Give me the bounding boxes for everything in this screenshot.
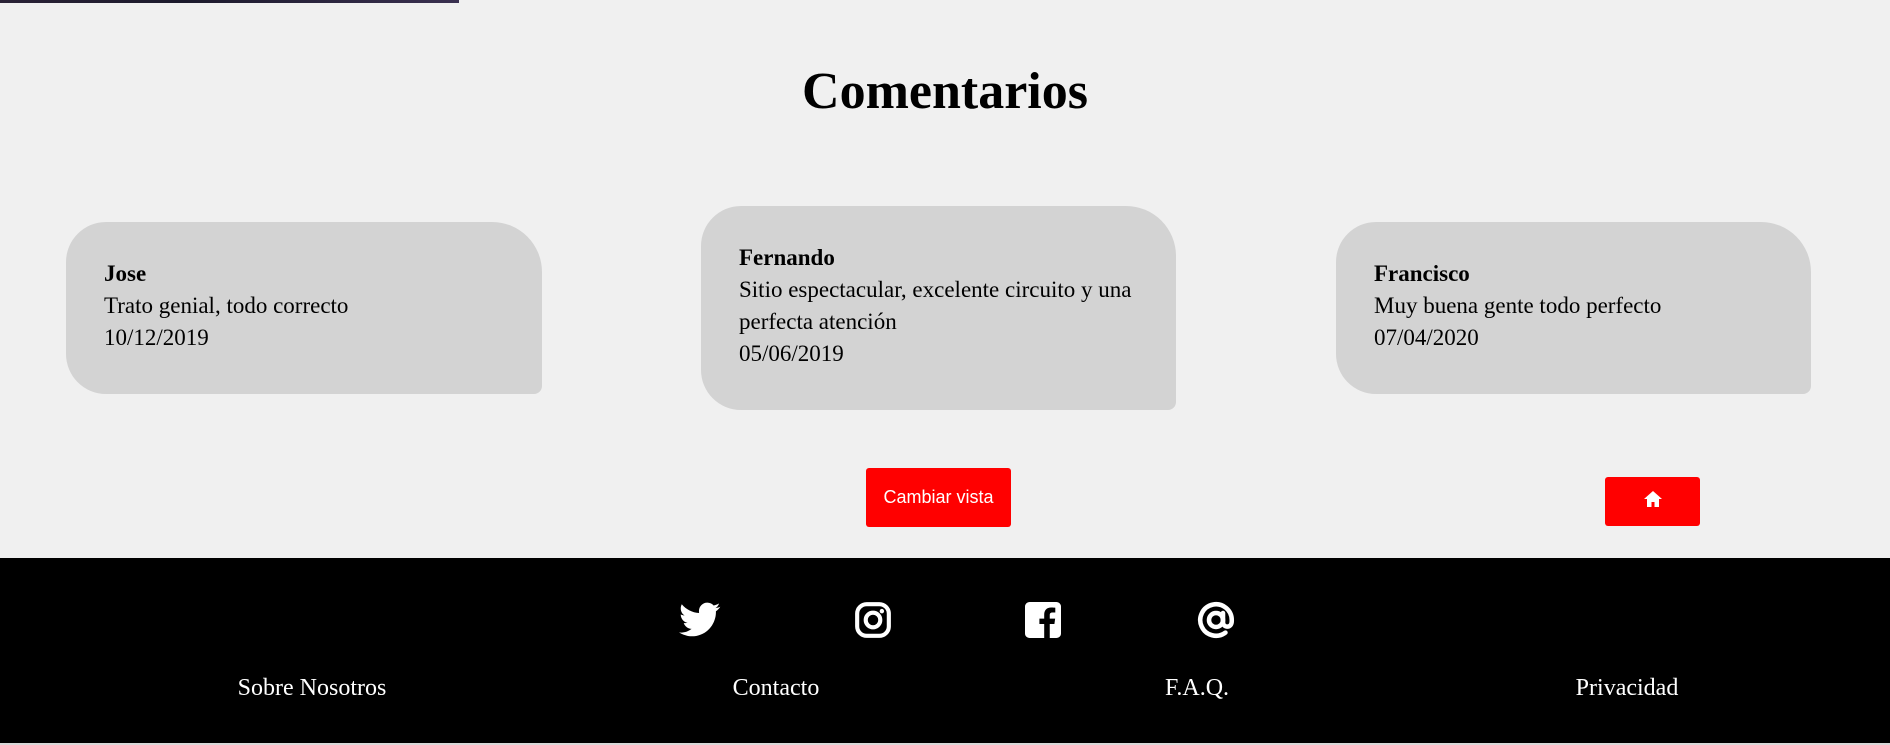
comment-text: Muy buena gente todo perfecto: [1374, 293, 1662, 318]
comment-date: 07/04/2020: [1374, 325, 1479, 350]
twitter-icon[interactable]: [678, 598, 722, 642]
footer-link-privacy[interactable]: Privacidad: [1576, 675, 1679, 702]
home-icon: [1643, 490, 1663, 513]
comment-date: 10/12/2019: [104, 325, 209, 350]
comment-card: Jose Trato genial, todo correcto 10/12/2…: [66, 222, 542, 394]
at-icon[interactable]: [1194, 598, 1238, 642]
comment-text: Sitio espectacular, excelente circuito y…: [739, 277, 1132, 334]
comment-author: Francisco: [1374, 261, 1470, 286]
footer-link-contact[interactable]: Contacto: [733, 675, 820, 702]
footer-link-about[interactable]: Sobre Nosotros: [238, 675, 387, 702]
footer: Sobre Nosotros Contacto F.A.Q. Privacida…: [0, 558, 1890, 743]
page-title: Comentarios: [802, 63, 1088, 120]
facebook-icon[interactable]: [1021, 598, 1065, 642]
change-view-button[interactable]: Cambiar vista: [866, 468, 1011, 527]
instagram-icon[interactable]: [851, 598, 895, 642]
home-button[interactable]: [1605, 477, 1700, 526]
header-image-edge: [0, 0, 459, 3]
comment-author: Jose: [104, 261, 147, 286]
comment-date: 05/06/2019: [739, 341, 844, 366]
comment-card: Fernando Sitio espectacular, excelente c…: [701, 206, 1176, 410]
comment-card: Francisco Muy buena gente todo perfecto …: [1336, 222, 1811, 394]
comment-author: Fernando: [739, 245, 835, 270]
comment-text: Trato genial, todo correcto: [104, 293, 349, 318]
footer-link-faq[interactable]: F.A.Q.: [1165, 675, 1229, 702]
